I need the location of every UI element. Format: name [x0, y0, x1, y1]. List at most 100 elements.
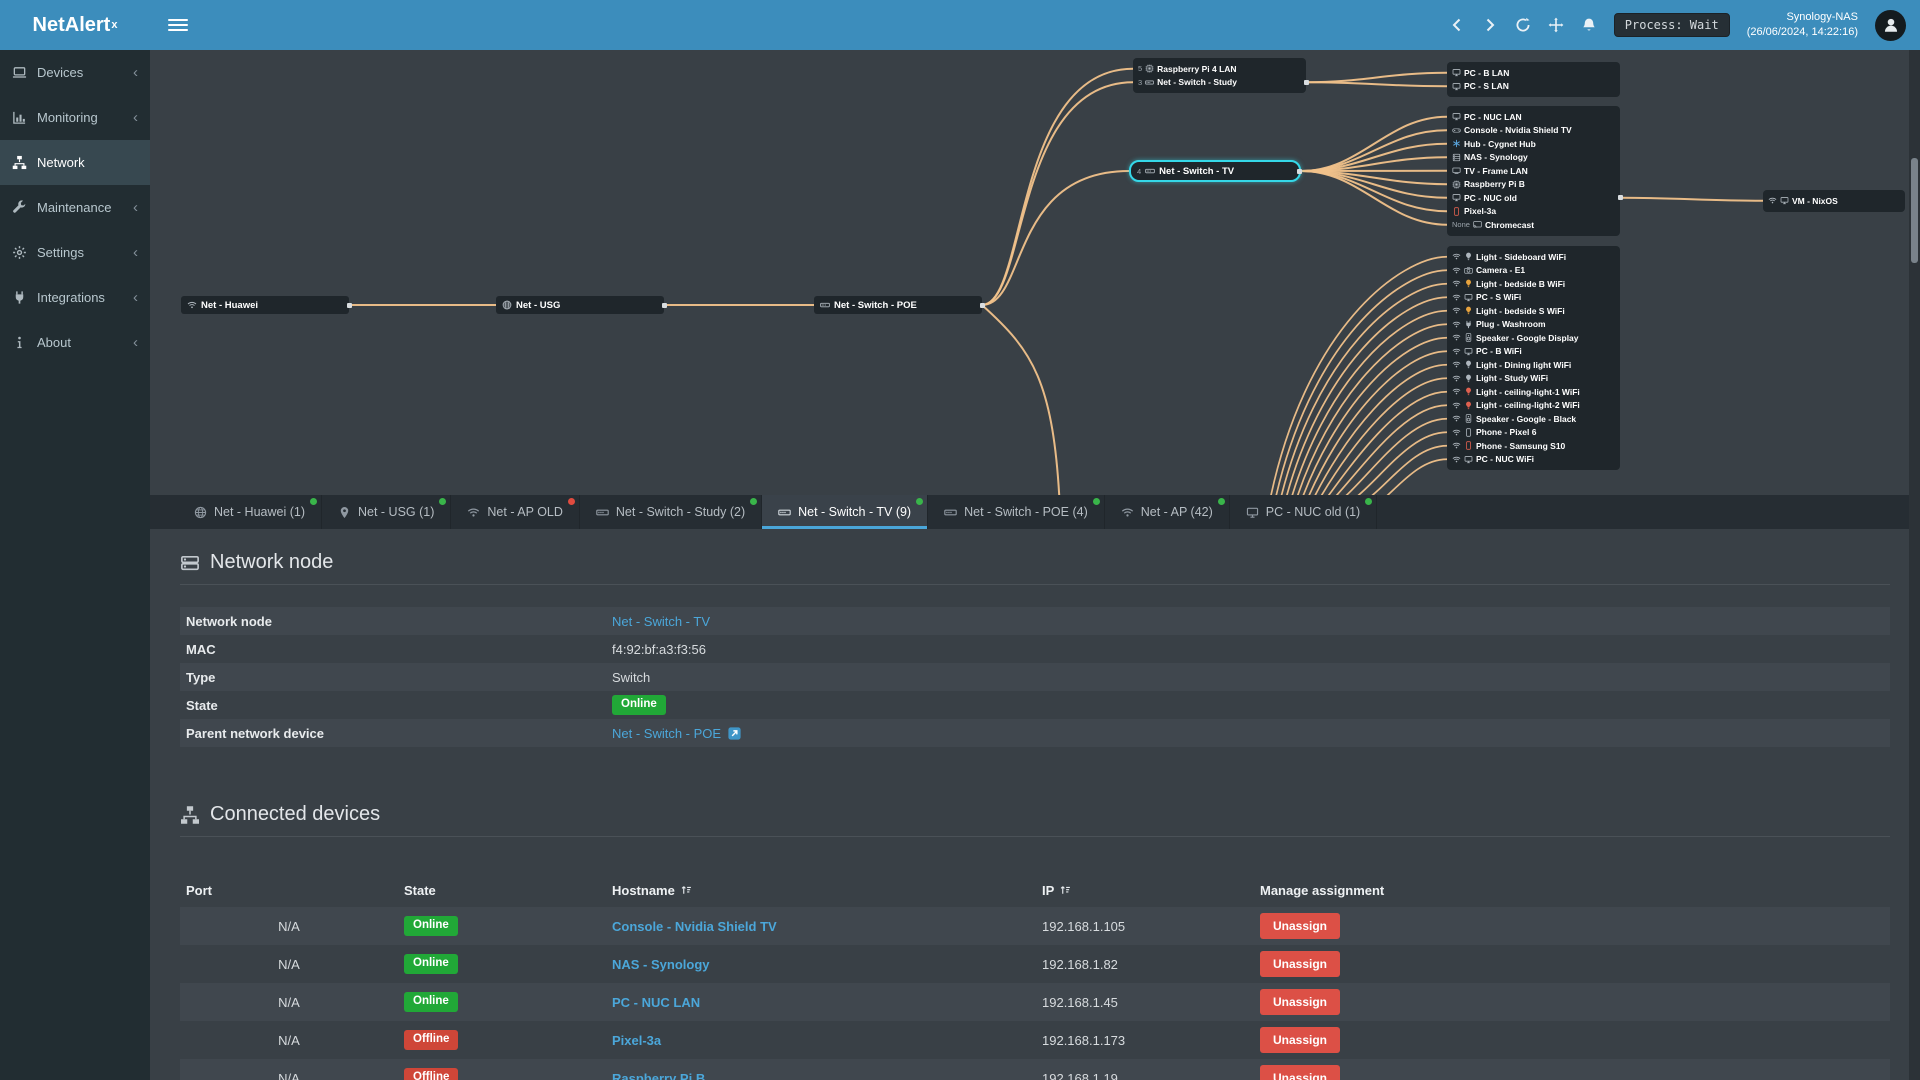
tab-label: PC - NUC old (1)	[1265, 505, 1361, 519]
bulb-icon	[1464, 374, 1473, 383]
device-node-plug-washroom[interactable]: Plug - Washroom	[1452, 318, 1615, 332]
device-node-pc-s-lan[interactable]: PC - S LAN	[1452, 80, 1615, 94]
tab-net-switch-tv-9[interactable]: Net - Switch - TV (9)	[762, 495, 929, 529]
tab-net-switch-study-2[interactable]: Net - Switch - Study (2)	[580, 495, 763, 529]
device-node-camera-e1[interactable]: Camera - E1	[1452, 264, 1615, 278]
sidebar-item-settings[interactable]: Settings ‹	[0, 230, 150, 275]
parent-node-link[interactable]: Net - Switch - POE	[612, 726, 721, 741]
gear-icon	[12, 245, 27, 260]
sidebar-item-network[interactable]: Network	[0, 140, 150, 185]
node-huawei[interactable]: Net - Huawei	[181, 296, 352, 314]
unassign-button[interactable]: Unassign	[1260, 951, 1341, 977]
sidebar-item-integrations[interactable]: Integrations ‹	[0, 275, 150, 320]
hostname-link[interactable]: PC - NUC LAN	[612, 995, 700, 1010]
device-node-speaker-google-black[interactable]: Speaker - Google - Black	[1452, 412, 1615, 426]
unassign-button[interactable]: Unassign	[1260, 913, 1341, 939]
wifi-icon	[1452, 441, 1461, 450]
device-label: PC - NUC WiFi	[1476, 454, 1535, 465]
device-node-vm-nixos[interactable]: VM - NixOS	[1768, 194, 1900, 208]
device-node-console-nvidia-shield-tv[interactable]: Console - Nvidia Shield TV	[1452, 124, 1615, 138]
unassign-button[interactable]: Unassign	[1260, 1027, 1341, 1053]
device-node-nas-synology[interactable]: NAS - Synology	[1452, 151, 1615, 165]
camera-icon	[1464, 266, 1473, 275]
detail-value: Switch	[612, 669, 651, 685]
detail-row-type: Type Switch	[180, 663, 1890, 691]
move-icon[interactable]	[1548, 17, 1564, 33]
bulb-icon	[1464, 387, 1473, 396]
forward-arrow-icon[interactable]	[1482, 17, 1498, 33]
device-node-raspberry-pi-b[interactable]: Raspberry Pi B	[1452, 178, 1615, 192]
device-node-pixel-3a[interactable]: Pixel-3a	[1452, 205, 1615, 219]
device-node-light-sideboard-wifi[interactable]: Light - Sideboard WiFi	[1452, 250, 1615, 264]
unassign-button[interactable]: Unassign	[1260, 1065, 1341, 1080]
device-node-phone-samsung-s10[interactable]: Phone - Samsung S10	[1452, 439, 1615, 453]
unassign-button[interactable]: Unassign	[1260, 989, 1341, 1015]
bell-icon[interactable]	[1581, 17, 1597, 33]
phone-icon	[1452, 207, 1461, 216]
device-node-pc-nuc-old[interactable]: PC - NUC old	[1452, 191, 1615, 205]
device-node-raspberry-pi-4-lan[interactable]: 5 Raspberry Pi 4 LAN	[1138, 62, 1301, 76]
sidebar: Devices ‹ Monitoring ‹ Network Maintenance…	[0, 50, 150, 1080]
device-node-pc-nuc-lan[interactable]: PC - NUC LAN	[1452, 110, 1615, 124]
pc-icon	[1464, 293, 1473, 302]
device-node-net-switch-study[interactable]: 3 Net - Switch - Study	[1138, 76, 1301, 90]
main-content: Net - Huawei Net - USG Net - Switch - POE 4…	[150, 50, 1920, 1080]
device-node-tv-frame-lan[interactable]: TV - Frame LAN	[1452, 164, 1615, 178]
device-label: Light - Sideboard WiFi	[1476, 251, 1567, 262]
device-node-pc-nuc-wifi[interactable]: PC - NUC WiFi	[1452, 453, 1615, 467]
device-node-light-study-wifi[interactable]: Light - Study WiFi	[1452, 372, 1615, 386]
port-cell: N/A	[278, 994, 300, 1010]
avatar[interactable]	[1875, 9, 1906, 41]
device-node-light-ceiling-light-1-wifi[interactable]: Light - ceiling-light-1 WiFi	[1452, 385, 1615, 399]
sidebar-item-maintenance[interactable]: Maintenance ‹	[0, 185, 150, 230]
status-dot	[1365, 498, 1373, 505]
device-label: Camera - E1	[1476, 265, 1526, 276]
device-node-pc-b-lan[interactable]: PC - B LAN	[1452, 66, 1615, 80]
hostname-link[interactable]: Console - Nvidia Shield TV	[612, 919, 777, 934]
bulb-icon	[1464, 306, 1473, 315]
hostname-link[interactable]: Raspberry Pi B	[612, 1071, 705, 1080]
device-node-pc-b-wifi[interactable]: PC - B WiFi	[1452, 345, 1615, 359]
sidebar-item-about[interactable]: About ‹	[0, 320, 150, 365]
node-link[interactable]: Net - Switch - TV	[612, 614, 710, 629]
node-poe[interactable]: Net - Switch - POE	[814, 296, 985, 314]
device-node-light-bedside-b-wifi[interactable]: Light - bedside B WiFi	[1452, 277, 1615, 291]
hostname-link[interactable]: NAS - Synology	[612, 957, 710, 972]
tab-net-usg-1[interactable]: Net - USG (1)	[322, 495, 452, 529]
tab-net-ap-old[interactable]: Net - AP OLD	[451, 495, 580, 529]
sidebar-item-devices[interactable]: Devices ‹	[0, 50, 150, 95]
pc-icon	[1452, 112, 1461, 121]
tab-net-huawei-1[interactable]: Net - Huawei (1)	[178, 495, 322, 529]
refresh-icon[interactable]	[1515, 17, 1531, 33]
node-usg[interactable]: Net - USG	[496, 296, 667, 314]
col-hostname[interactable]: Hostname	[606, 883, 1036, 898]
sort-icon[interactable]	[1059, 884, 1071, 896]
node-tv[interactable]: 4 Net - Switch - TV	[1129, 160, 1302, 182]
device-node-light-bedside-s-wifi[interactable]: Light - bedside S WiFi	[1452, 304, 1615, 318]
port-badge: 3	[1138, 77, 1143, 87]
scrollbar-thumb[interactable]	[1911, 158, 1918, 263]
device-node-phone-pixel-6[interactable]: Phone - Pixel 6	[1452, 426, 1615, 440]
plug-icon	[12, 290, 27, 305]
port-cell: N/A	[278, 1070, 300, 1080]
device-node-light-dining-light-wifi[interactable]: Light - Dining light WiFi	[1452, 358, 1615, 372]
hostname-link[interactable]: Pixel-3a	[612, 1033, 661, 1048]
device-node-hub-cygnet-hub[interactable]: Hub - Cygnet Hub	[1452, 137, 1615, 151]
sidebar-item-monitoring[interactable]: Monitoring ‹	[0, 95, 150, 140]
ip-cell: 192.168.1.105	[1042, 918, 1126, 934]
tab-net-switch-poe-4[interactable]: Net - Switch - POE (4)	[928, 495, 1105, 529]
external-link-icon[interactable]	[727, 726, 742, 741]
device-node-speaker-google-display[interactable]: Speaker - Google Display	[1452, 331, 1615, 345]
device-node-pc-s-wifi[interactable]: PC - S WiFi	[1452, 291, 1615, 305]
back-arrow-icon[interactable]	[1449, 17, 1465, 33]
hamburger-menu-icon[interactable]	[168, 19, 188, 31]
tab-net-ap-42[interactable]: Net - AP (42)	[1105, 495, 1230, 529]
tab-pc-nuc-old-1[interactable]: PC - NUC old (1)	[1230, 495, 1378, 529]
app-logo[interactable]: NetAlert x	[0, 0, 150, 50]
page-scrollbar[interactable]	[1909, 50, 1920, 1080]
device-node-light-ceiling-light-2-wifi[interactable]: Light - ceiling-light-2 WiFi	[1452, 399, 1615, 413]
device-node-chromecast[interactable]: None Chromecast	[1452, 218, 1615, 232]
sort-icon[interactable]	[680, 884, 692, 896]
col-ip[interactable]: IP	[1036, 883, 1254, 898]
connected-devices-heading: Connected devices	[180, 803, 1890, 826]
